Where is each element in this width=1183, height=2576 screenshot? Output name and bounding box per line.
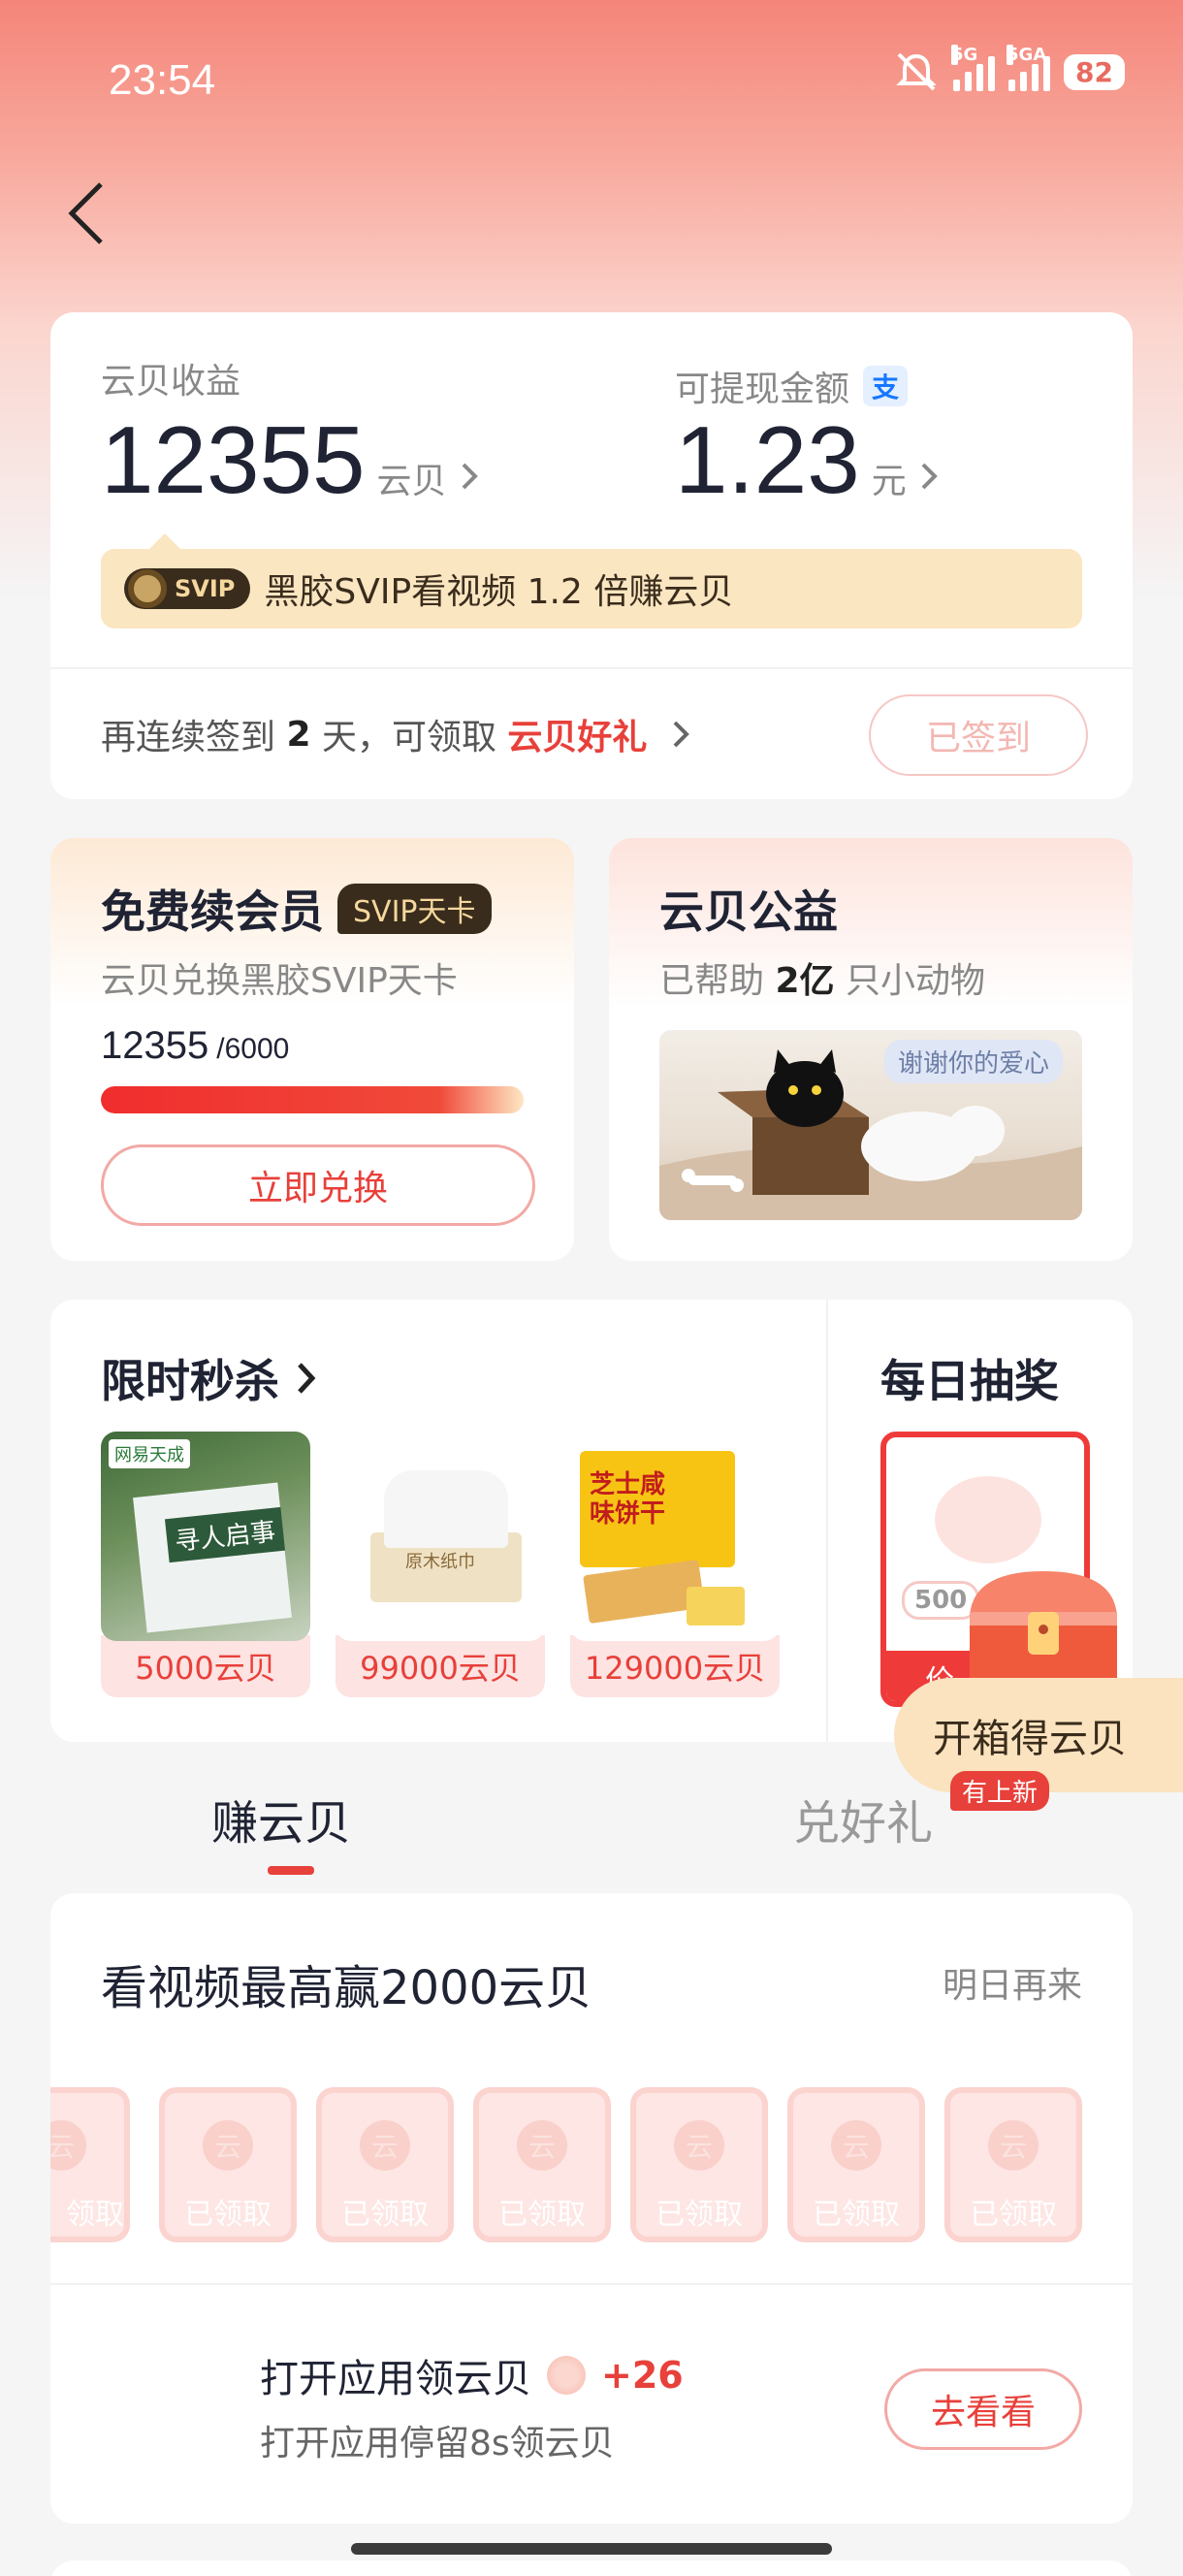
tab-active-indicator	[268, 1866, 314, 1875]
yunbei-unit: 云贝	[376, 462, 447, 501]
status-icons: 5G 5GA 82	[893, 45, 1125, 93]
signal-5g-icon: 5G	[951, 45, 996, 91]
yunbei-icon: 云	[360, 2120, 410, 2171]
svip-badge: SVIP	[124, 568, 251, 609]
product-price: 99000云贝	[336, 1635, 545, 1697]
redeem-now-button[interactable]: 立即兑换	[101, 1144, 535, 1226]
chevron-right-icon	[674, 721, 690, 748]
product-image: 芝士咸味饼干	[570, 1432, 780, 1641]
app-task-title-row: 打开应用领云贝 +26	[260, 2347, 684, 2403]
product-image: 网易天成 寻人启事	[101, 1432, 310, 1641]
app-task-reward: +26	[601, 2354, 684, 2397]
yunbei-icon: 云	[203, 2120, 253, 2171]
signed-in-button[interactable]: 已签到	[869, 694, 1088, 776]
divider	[826, 1300, 828, 1742]
renew-progress-bar	[101, 1086, 524, 1113]
welfare-subtitle: 已帮助 2亿 只小动物	[659, 961, 985, 1001]
reward-slot: 云已领取	[944, 2087, 1082, 2242]
withdraw-label-row: 可提现金额 支	[675, 361, 909, 411]
product-item[interactable]: 芝士咸味饼干 129000云贝	[570, 1432, 780, 1697]
product-price: 129000云贝	[570, 1635, 780, 1697]
svip-promo-text: 黑胶SVIP看视频 1.2 倍赚云贝	[264, 572, 734, 612]
tab-earn[interactable]: 赚云贝	[211, 1785, 351, 1852]
go-see-button[interactable]: 去看看	[884, 2368, 1082, 2450]
app-task-desc: 打开应用停留8s领云贝	[260, 2424, 615, 2463]
reward-slot: 云已领取	[316, 2087, 454, 2242]
chevron-right-icon	[462, 463, 478, 490]
renew-progress-text: 12355 /6000	[101, 1024, 290, 1067]
reward-slot: 云已领取	[787, 2087, 925, 2242]
product-price: 5000云贝	[101, 1635, 310, 1697]
alipay-icon: 支	[863, 366, 909, 406]
welfare-illustration: 谢谢你的爱心	[659, 1030, 1082, 1220]
yunbei-coin-icon	[547, 2356, 586, 2395]
app-task-row: 打开应用领云贝 +26 打开应用停留8s领云贝 去看看	[50, 2283, 1133, 2524]
status-bar: 23:54 5G 5GA 82	[0, 0, 1183, 165]
withdraw-value: 1.23	[675, 406, 860, 513]
renew-membership-card[interactable]: 免费续会员 SVIP天卡 云贝兑换黑胶SVIP天卡 12355 /6000 立即…	[50, 838, 574, 1261]
thanks-bubble: 谢谢你的爱心	[884, 1040, 1064, 1083]
withdraw-label: 可提现金额	[675, 370, 850, 409]
video-task-title: 看视频最高赢2000云贝	[101, 1961, 592, 2015]
svip-day-tag: SVIP天卡	[337, 884, 492, 934]
chevron-left-icon	[68, 182, 103, 244]
video-task-card: 看视频最高赢2000云贝 明日再来 云 领取 云已领取 云已领取 云已领取 云已…	[50, 1893, 1133, 2524]
tab-redeem[interactable]: 兑好礼	[793, 1785, 933, 1852]
app-task-title: 打开应用领云贝	[260, 2357, 531, 2401]
battery-indicator: 82	[1064, 53, 1125, 90]
product-item[interactable]: 网易天成 寻人启事 5000云贝	[101, 1432, 310, 1697]
home-indicator[interactable]	[351, 2543, 832, 2555]
mute-icon	[896, 52, 937, 91]
product-image: 原木纸巾	[336, 1432, 545, 1641]
tab-bar: 赚云贝 兑好礼 有上新	[0, 1771, 1183, 1878]
reward-slot: 云 领取	[50, 2087, 130, 2242]
chevron-right-icon	[298, 1363, 316, 1394]
reward-slot: 云已领取	[473, 2087, 611, 2242]
lottery-title: 每日抽奖	[880, 1355, 1059, 1407]
withdraw-unit: 元	[871, 462, 907, 501]
chevron-right-icon	[921, 463, 938, 490]
treasure-chest-icon[interactable]	[956, 1562, 1131, 1697]
yunbei-icon: 云	[517, 2120, 567, 2171]
product-item[interactable]: 原木纸巾 99000云贝	[336, 1432, 545, 1697]
vinyl-disc-icon	[128, 569, 167, 608]
back-button[interactable]	[58, 175, 116, 252]
renew-title: 免费续会员	[101, 886, 324, 938]
earnings-card: 云贝收益 12355 云贝 可提现金额 支 1.23 元 SVIP 黑胶SVIP…	[50, 312, 1133, 799]
flash-sale-title: 限时秒杀	[101, 1355, 279, 1407]
yunbei-icon: 云	[674, 2120, 724, 2171]
welfare-card[interactable]: 云贝公益 已帮助 2亿 只小动物 谢谢你的爱心	[609, 838, 1133, 1261]
video-task-status: 明日再来	[942, 1966, 1082, 2006]
yunbei-icon: 云	[831, 2120, 881, 2171]
yunbei-icon: 云	[988, 2120, 1039, 2171]
yunbei-balance[interactable]: 12355 云贝	[101, 405, 480, 515]
yunbei-coins-icon	[935, 1476, 1041, 1563]
welfare-title: 云贝公益	[659, 886, 838, 938]
flash-sale-header[interactable]: 限时秒杀	[101, 1346, 318, 1410]
withdraw-balance[interactable]: 1.23 元	[675, 405, 940, 515]
new-arrival-badge: 有上新	[950, 1771, 1050, 1811]
checkin-row[interactable]: 再连续签到 2 天，可领取 云贝好礼 已签到	[50, 667, 1133, 799]
yunbei-icon: 云	[50, 2120, 86, 2171]
svip-promo-bar[interactable]: SVIP 黑胶SVIP看视频 1.2 倍赚云贝	[101, 533, 1082, 628]
status-time: 23:54	[109, 56, 216, 104]
yunbei-value: 12355	[101, 406, 366, 513]
renew-progress-fill	[101, 1086, 524, 1113]
reward-slot: 云已领取	[630, 2087, 768, 2242]
signal-5ga-icon: 5GA	[1007, 45, 1051, 91]
checkin-reward-link: 云贝好礼	[507, 718, 648, 757]
renew-subtitle: 云贝兑换黑胶SVIP天卡	[101, 961, 458, 1001]
next-card-peek	[50, 2560, 1133, 2576]
reward-slot: 云已领取	[159, 2087, 297, 2242]
yunbei-label: 云贝收益	[101, 362, 241, 402]
